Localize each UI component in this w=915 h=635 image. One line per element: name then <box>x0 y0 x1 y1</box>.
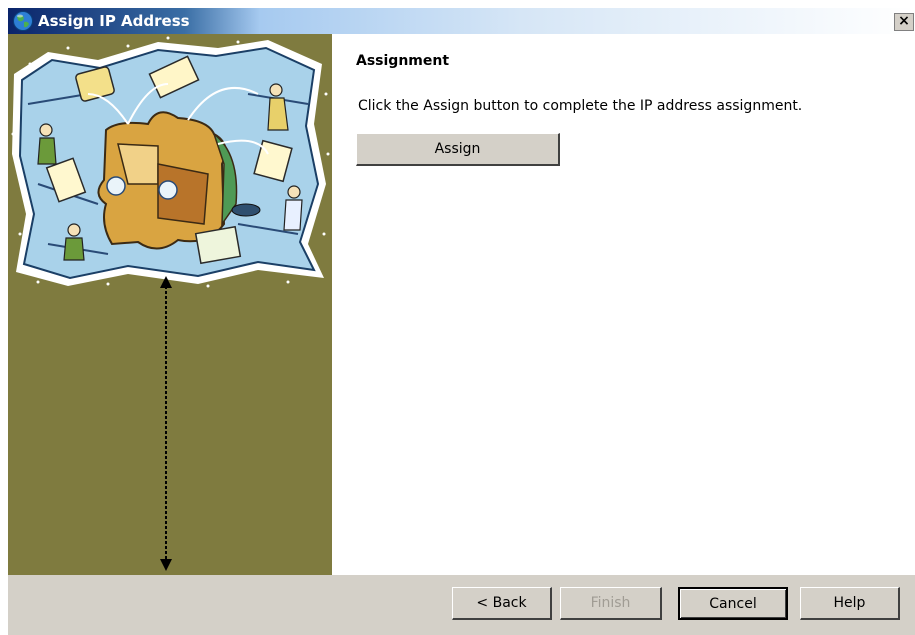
title-bar-gradient <box>260 8 915 34</box>
wizard-button-bar: < Back Finish Cancel Help <box>8 575 915 635</box>
assign-button[interactable]: Assign <box>356 133 560 166</box>
finish-button[interactable]: Finish <box>560 587 662 620</box>
title-bar[interactable]: Assign IP Address × <box>0 0 915 34</box>
help-button[interactable]: Help <box>800 587 900 620</box>
instruction-text: Click the Assign button to complete the … <box>358 98 803 114</box>
cancel-button[interactable]: Cancel <box>678 587 788 620</box>
wizard-side-panel <box>8 34 332 575</box>
assign-ip-dialog: Assign IP Address × Assignment Click the… <box>0 0 915 635</box>
globe-icon <box>13 11 33 31</box>
wizard-content: Assignment Click the Assign button to co… <box>332 34 915 575</box>
double-arrow-icon <box>160 276 172 571</box>
window-title: Assign IP Address <box>38 12 190 30</box>
page-heading: Assignment <box>356 53 450 69</box>
back-button[interactable]: < Back <box>452 587 552 620</box>
wizard-illustration <box>11 36 330 288</box>
close-icon[interactable]: × <box>894 13 914 31</box>
